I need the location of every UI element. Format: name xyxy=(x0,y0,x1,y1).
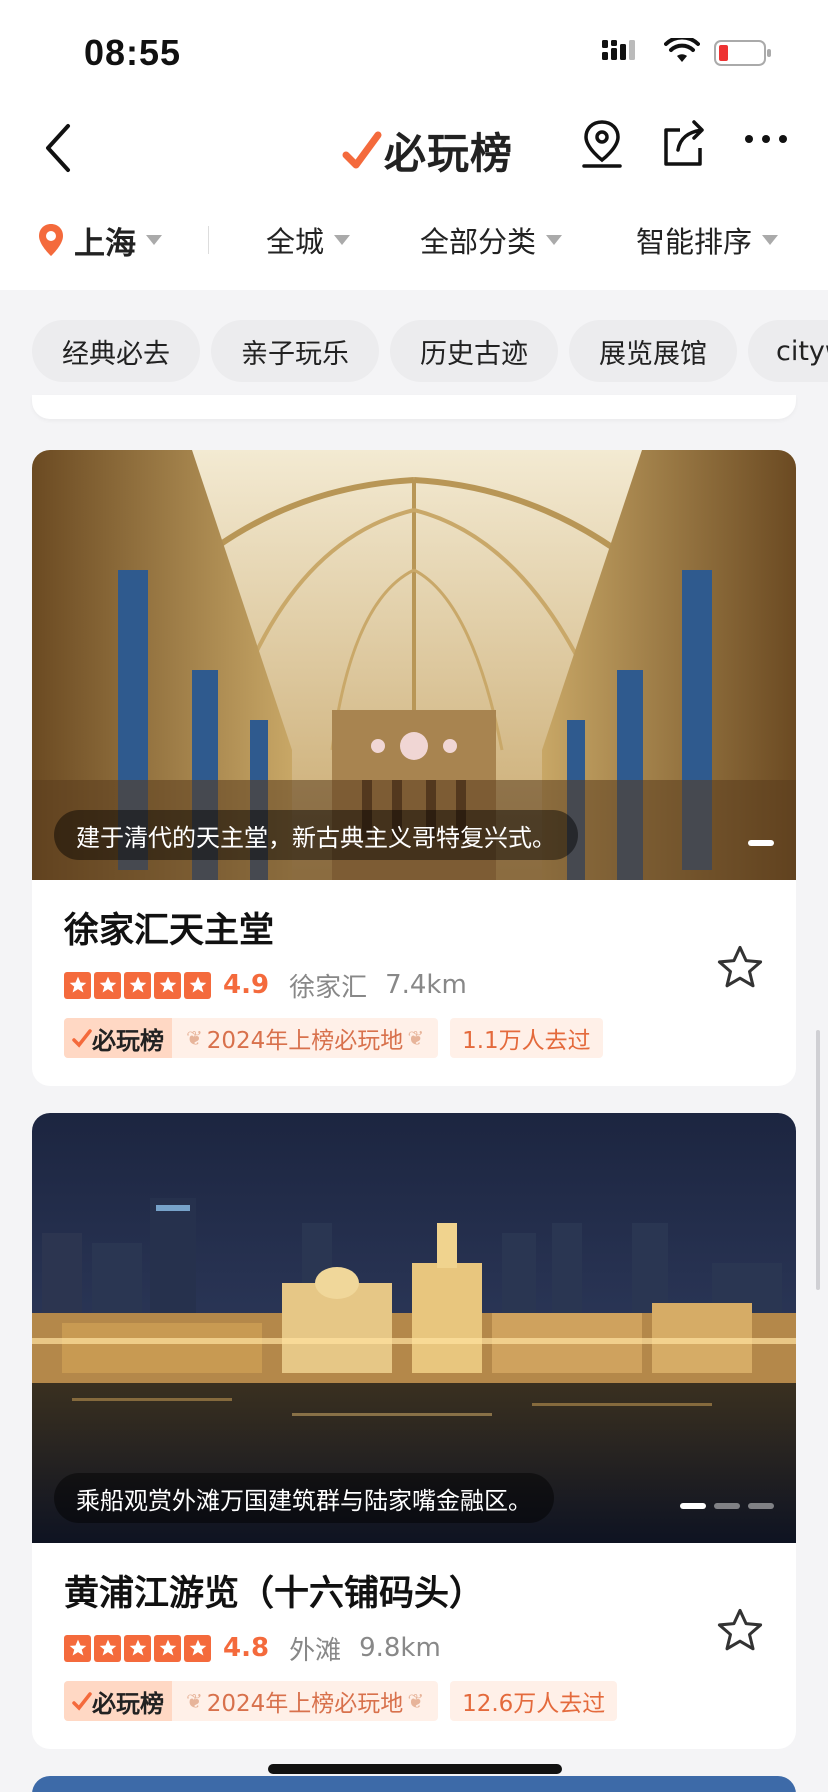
badge-logo-text: 必玩榜 xyxy=(92,1689,164,1718)
badge-logo-text: 必玩榜 xyxy=(92,1026,164,1055)
back-chevron-icon[interactable] xyxy=(40,120,76,180)
chip-family[interactable]: 亲子玩乐 xyxy=(211,320,379,382)
image-pager xyxy=(748,840,774,846)
logo-mark-icon xyxy=(72,1029,92,1048)
next-card-peek xyxy=(32,1776,796,1792)
award-badge: 必玩榜 ❦ 2024年上榜必玩地 ❦ xyxy=(64,1018,439,1058)
location-pin-icon xyxy=(39,224,63,256)
filter-area-label: 全城 xyxy=(266,225,325,259)
scrollbar[interactable] xyxy=(816,1030,820,1290)
status-bar: 08:55 xyxy=(0,0,828,100)
logo-mark-icon xyxy=(342,131,382,169)
card-info: 徐家汇天主堂 4.9 徐家汇 7.4km 必玩榜 ❦ 2024年上榜必玩地 ❦ … xyxy=(32,880,796,1086)
visits-badge: 12.6万人去过 xyxy=(450,1681,618,1721)
card-info: 黄浦江游览（十六铺码头） 4.8 外滩 9.8km 必玩榜 ❦ 2024年上榜必… xyxy=(32,1543,796,1749)
award-text: ❦ 2024年上榜必玩地 ❦ xyxy=(172,1684,438,1718)
filter-category-label: 全部分类 xyxy=(420,225,537,259)
nav-bar: 必玩榜 xyxy=(0,110,828,190)
logo-text: 必玩榜 xyxy=(384,128,514,178)
chip-classic[interactable]: 经典必去 xyxy=(32,320,200,382)
attraction-title: 黄浦江游览（十六铺码头） xyxy=(64,1574,485,1614)
home-indicator[interactable] xyxy=(268,1764,562,1774)
rating-score: 4.9 xyxy=(223,970,270,1000)
filter-category[interactable]: 全部分类 xyxy=(420,210,563,270)
laurel-left-icon: ❦ xyxy=(186,1026,203,1050)
star-rating xyxy=(64,1634,211,1662)
pager-dot xyxy=(680,1503,706,1509)
photo-caption: 乘船观赏外滩万国建筑群与陆家嘴金融区。 xyxy=(54,1473,554,1523)
award-label: 2024年上榜必玩地 xyxy=(206,1028,404,1054)
star-icon xyxy=(94,1634,121,1662)
image-pager xyxy=(680,1503,774,1509)
attraction-photo[interactable]: 乘船观赏外滩万国建筑群与陆家嘴金融区。 xyxy=(32,1113,796,1543)
app-logo: 必玩榜 xyxy=(342,120,513,180)
filter-bar: 上海 全城 全部分类 智能排序 xyxy=(0,210,828,270)
award-label: 2024年上榜必玩地 xyxy=(206,1691,404,1717)
favorite-star-icon[interactable] xyxy=(714,942,766,998)
chevron-down-icon xyxy=(334,235,351,245)
chip-history[interactable]: 历史古迹 xyxy=(390,320,558,382)
area-label: 外滩 xyxy=(289,1635,342,1666)
chip-exhibition[interactable]: 展览展馆 xyxy=(569,320,737,382)
star-icon xyxy=(184,971,211,999)
star-icon xyxy=(94,971,121,999)
pager-dot xyxy=(748,1503,774,1509)
laurel-right-icon: ❦ xyxy=(407,1026,425,1050)
rating-row: 4.9 徐家汇 7.4km xyxy=(64,968,467,1003)
cellular-signal-icon xyxy=(602,38,646,66)
star-rating xyxy=(64,971,211,999)
logo-mark-icon xyxy=(72,1692,92,1711)
favorite-star-icon[interactable] xyxy=(714,1605,766,1661)
star-icon xyxy=(184,1634,211,1662)
badges: 必玩榜 ❦ 2024年上榜必玩地 ❦ 1.1万人去过 xyxy=(64,1018,603,1058)
badges: 必玩榜 ❦ 2024年上榜必玩地 ❦ 12.6万人去过 xyxy=(64,1681,618,1721)
badge-logo: 必玩榜 xyxy=(64,1681,172,1721)
share-icon[interactable] xyxy=(660,118,708,174)
distance-label: 7.4km xyxy=(385,970,467,1000)
previous-card-edge xyxy=(32,395,796,419)
award-badge: 必玩榜 ❦ 2024年上榜必玩地 ❦ xyxy=(64,1681,439,1721)
badge-logo: 必玩榜 xyxy=(64,1018,172,1058)
laurel-right-icon: ❦ xyxy=(407,1689,425,1713)
laurel-left-icon: ❦ xyxy=(186,1689,203,1713)
pager-dot xyxy=(748,840,774,846)
filter-area[interactable]: 全城 xyxy=(266,210,351,270)
city-selector[interactable]: 上海 xyxy=(36,210,162,270)
visits-badge: 1.1万人去过 xyxy=(450,1018,603,1058)
attraction-card[interactable]: 乘船观赏外滩万国建筑群与陆家嘴金融区。 黄浦江游览（十六铺码头） 4.8 外滩 … xyxy=(32,1113,796,1749)
attraction-photo[interactable]: 建于清代的天主堂，新古典主义哥特复兴式。 xyxy=(32,450,796,880)
rating-score: 4.8 xyxy=(223,1633,270,1663)
city-label: 上海 xyxy=(74,225,136,262)
battery-icon xyxy=(714,40,772,70)
star-icon xyxy=(64,1634,91,1662)
star-icon xyxy=(64,971,91,999)
category-chips: 经典必去 亲子玩乐 历史古迹 展览展馆 cityw xyxy=(0,290,828,410)
award-text: ❦ 2024年上榜必玩地 ❦ xyxy=(172,1021,438,1055)
chevron-down-icon xyxy=(146,235,162,245)
filter-sort-label: 智能排序 xyxy=(636,225,753,259)
photo-caption: 建于清代的天主堂，新古典主义哥特复兴式。 xyxy=(54,810,578,860)
map-pin-icon[interactable] xyxy=(578,118,626,174)
top-header: 08:55 必玩榜 上海 全城 全部分类 智能排序 xyxy=(0,0,828,290)
chevron-down-icon xyxy=(546,235,563,245)
status-time: 08:55 xyxy=(84,32,182,73)
star-icon xyxy=(124,971,151,999)
area-label: 徐家汇 xyxy=(289,972,368,1003)
distance-label: 9.8km xyxy=(359,1633,441,1663)
star-icon xyxy=(154,1634,181,1662)
rating-row: 4.8 外滩 9.8km xyxy=(64,1631,441,1666)
more-icon[interactable] xyxy=(744,130,788,149)
chip-citywalk[interactable]: cityw xyxy=(748,320,828,382)
divider xyxy=(208,226,209,254)
attraction-card[interactable]: 建于清代的天主堂，新古典主义哥特复兴式。 徐家汇天主堂 4.9 徐家汇 7.4k… xyxy=(32,450,796,1086)
chevron-down-icon xyxy=(762,235,779,245)
star-icon xyxy=(154,971,181,999)
pager-dot xyxy=(714,1503,740,1509)
filter-sort[interactable]: 智能排序 xyxy=(636,210,779,270)
star-icon xyxy=(124,1634,151,1662)
attraction-title: 徐家汇天主堂 xyxy=(64,911,275,951)
wifi-icon xyxy=(664,35,700,68)
